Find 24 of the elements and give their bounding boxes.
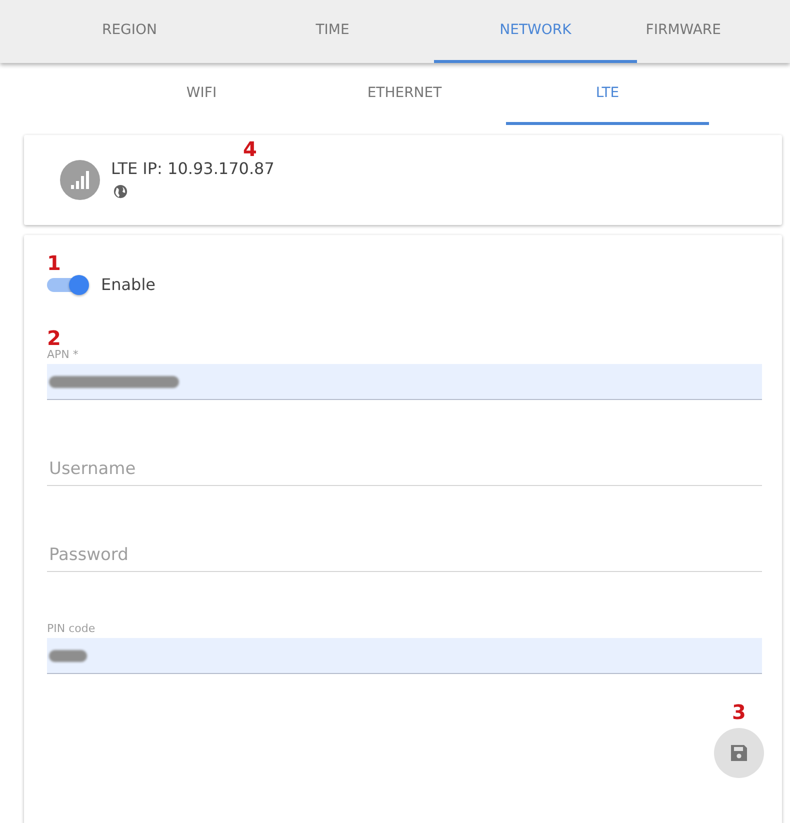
tab[interactable]: NETWORK <box>434 0 637 63</box>
tab[interactable]: WIFI <box>100 63 303 125</box>
input-field[interactable] <box>47 638 762 674</box>
input-field[interactable]: Password <box>47 536 762 572</box>
annotation-number: 4 <box>243 139 257 159</box>
field-label: APN * <box>47 348 78 361</box>
annotation-number: 1 <box>47 253 62 273</box>
tab[interactable]: LTE <box>506 63 709 125</box>
ip-address-text: LTE IP: 10.93.170.87 <box>111 159 274 178</box>
tab[interactable]: TIME <box>231 0 434 63</box>
annotation-number: 2 <box>47 328 61 348</box>
globe-icon <box>113 184 128 199</box>
field-label: PIN code <box>47 622 96 635</box>
redaction-mark <box>49 650 87 662</box>
tab[interactable]: ETHERNET <box>303 63 506 125</box>
toggle-label: Enable <box>101 275 156 294</box>
tab[interactable]: FIRMWARE <box>637 0 727 63</box>
toggle-switch[interactable] <box>47 278 87 292</box>
input-field[interactable]: Username <box>47 450 762 486</box>
tab[interactable]: REGION <box>28 0 231 63</box>
input-field[interactable] <box>47 364 762 400</box>
signal-icon <box>60 160 100 200</box>
annotation-number: 3 <box>732 702 746 722</box>
save-button[interactable] <box>714 728 764 778</box>
